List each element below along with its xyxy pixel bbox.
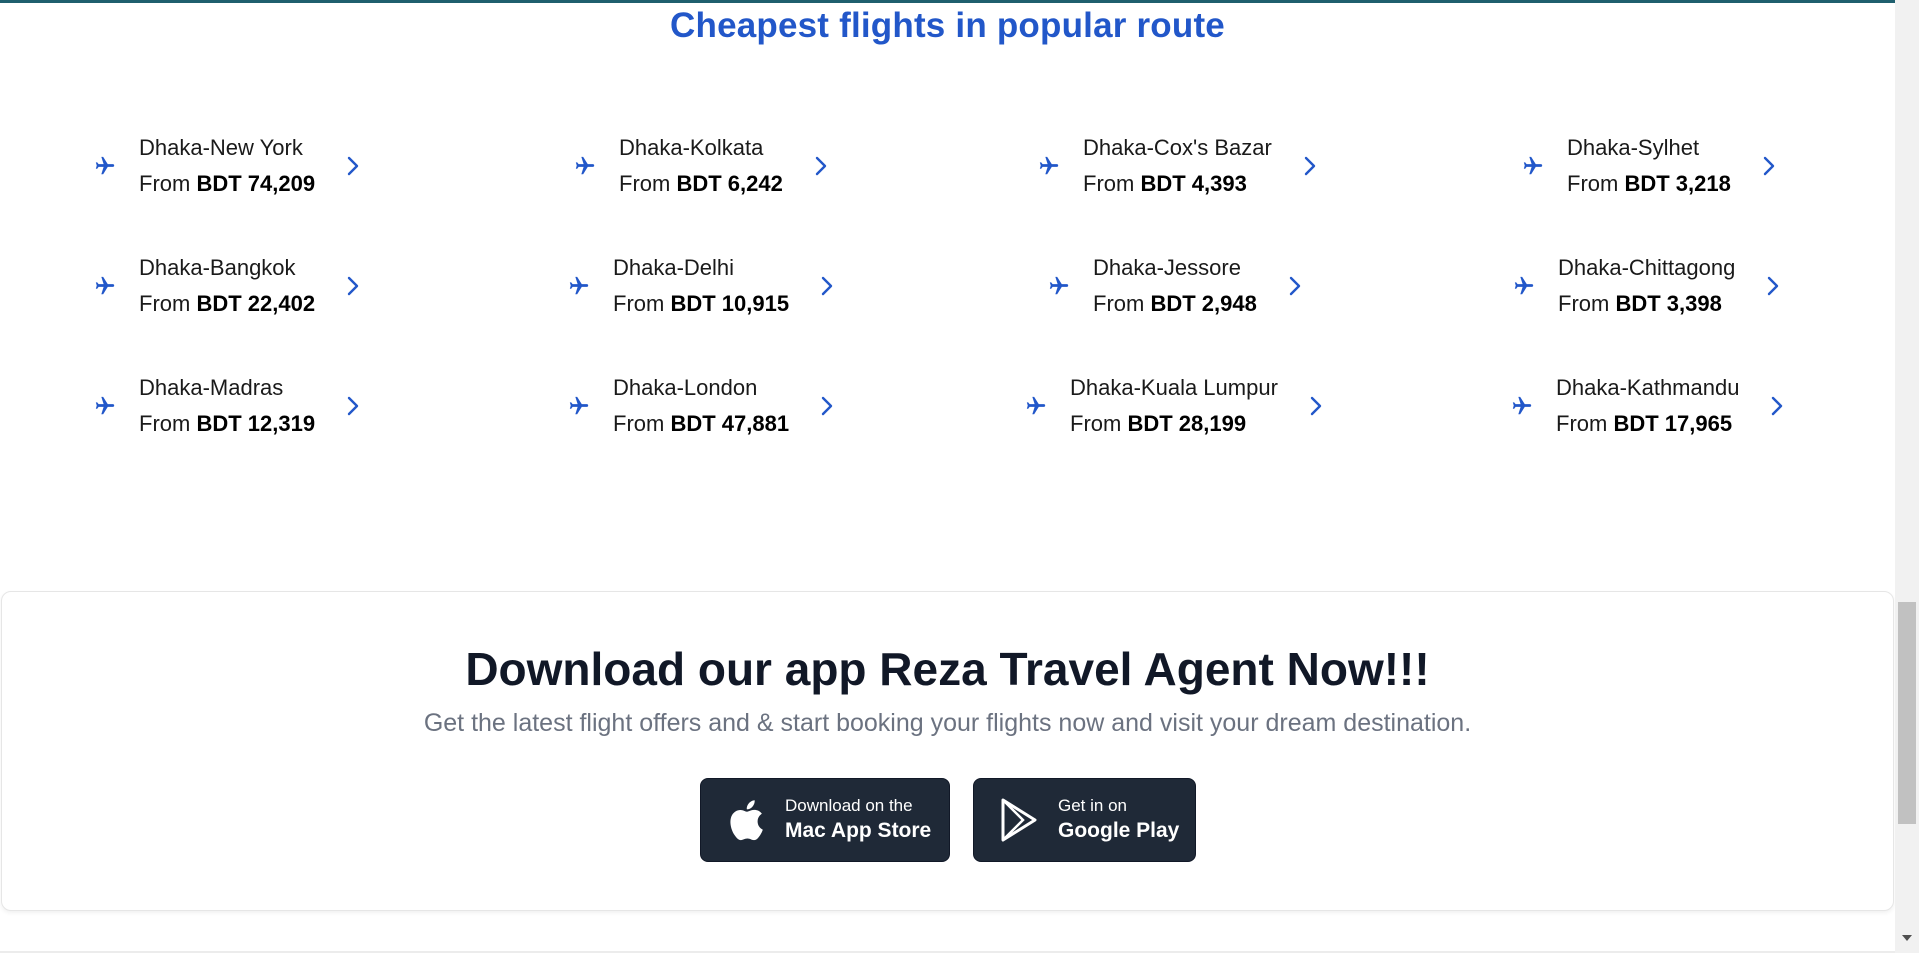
route-price: BDT 28,199	[1127, 411, 1247, 436]
route-name: Dhaka-Kathmandu	[1556, 375, 1740, 400]
route-price-prefix: From	[139, 291, 197, 316]
route-price: BDT 3,218	[1624, 171, 1731, 196]
mac-app-store-button[interactable]: Download on the Mac App Store	[700, 778, 950, 862]
route-name: Dhaka-London	[613, 375, 758, 400]
route-item[interactable]: Dhaka-London From BDT 47,881	[567, 370, 837, 442]
route-price-prefix: From	[613, 291, 671, 316]
chevron-right-icon	[817, 394, 837, 418]
route-item[interactable]: Dhaka-Kathmandu From BDT 17,965	[1510, 370, 1787, 442]
app-download-card: Download our app Reza Travel Agent Now!!…	[1, 591, 1894, 911]
route-price: BDT 10,915	[670, 291, 790, 316]
route-price: BDT 6,242	[676, 171, 783, 196]
route-item[interactable]: Dhaka-Bangkok From BDT 22,402	[93, 250, 363, 322]
scrollbar-thumb[interactable]	[1898, 602, 1916, 824]
route-price: BDT 4,393	[1140, 171, 1247, 196]
page: Cheapest flights in popular route Dhaka-…	[0, 0, 1919, 953]
chevron-right-icon	[343, 274, 363, 298]
route-name: Dhaka-Kolkata	[619, 135, 764, 160]
apple-store-big-label: Mac App Store	[785, 819, 932, 842]
route-price-prefix: From	[1070, 411, 1128, 436]
route-price-prefix: From	[1556, 411, 1614, 436]
route-name: Dhaka-Chittagong	[1558, 255, 1736, 280]
chevron-right-icon	[1306, 394, 1326, 418]
route-price-prefix: From	[1093, 291, 1151, 316]
google-play-icon	[996, 797, 1042, 843]
airplane-icon	[93, 154, 117, 178]
chevron-right-icon	[811, 154, 831, 178]
route-item[interactable]: Dhaka-New York From BDT 74,209	[93, 130, 363, 202]
route-price-prefix: From	[139, 411, 197, 436]
chevron-right-icon	[817, 274, 837, 298]
google-play-button[interactable]: Get in on Google Play	[973, 778, 1196, 862]
route-item[interactable]: Dhaka-Kolkata From BDT 6,242	[573, 130, 831, 202]
route-price: BDT 12,319	[196, 411, 316, 436]
chevron-right-icon	[1300, 154, 1320, 178]
route-name: Dhaka-Sylhet	[1567, 135, 1700, 160]
route-name: Dhaka-Bangkok	[139, 255, 296, 280]
chevron-right-icon	[343, 154, 363, 178]
route-price-prefix: From	[1558, 291, 1616, 316]
airplane-icon	[573, 154, 597, 178]
route-price: BDT 2,948	[1150, 291, 1257, 316]
route-item[interactable]: Dhaka-Cox's Bazar From BDT 4,393	[1037, 130, 1320, 202]
airplane-icon	[567, 394, 591, 418]
route-name: Dhaka-Cox's Bazar	[1083, 135, 1272, 160]
app-subtitle: Get the latest flight offers and & start…	[423, 709, 1472, 737]
section-title: Cheapest flights in popular route	[670, 6, 1225, 45]
route-name: Dhaka-Kuala Lumpur	[1070, 375, 1278, 400]
route-name: Dhaka-Jessore	[1093, 255, 1241, 280]
route-price-prefix: From	[1567, 171, 1625, 196]
route-item[interactable]: Dhaka-Delhi From BDT 10,915	[567, 250, 837, 322]
route-price-prefix: From	[139, 171, 197, 196]
route-price-prefix: From	[1083, 171, 1141, 196]
route-price: BDT 74,209	[196, 171, 316, 196]
app-heading: Download our app Reza Travel Agent Now!!…	[465, 643, 1430, 695]
chevron-right-icon	[1767, 394, 1787, 418]
airplane-icon	[93, 274, 117, 298]
route-price: BDT 17,965	[1613, 411, 1733, 436]
route-name: Dhaka-New York	[139, 135, 303, 160]
route-price: BDT 3,398	[1615, 291, 1722, 316]
chevron-right-icon	[1763, 274, 1783, 298]
airplane-icon	[567, 274, 591, 298]
airplane-icon	[1024, 394, 1048, 418]
route-item[interactable]: Dhaka-Chittagong From BDT 3,398	[1512, 250, 1783, 322]
google-play-big-label: Google Play	[1058, 819, 1180, 842]
route-item[interactable]: Dhaka-Kuala Lumpur From BDT 28,199	[1024, 370, 1326, 442]
route-price: BDT 22,402	[196, 291, 316, 316]
main-content: Cheapest flights in popular route Dhaka-…	[0, 0, 1895, 953]
route-price-prefix: From	[613, 411, 671, 436]
airplane-icon	[93, 394, 117, 418]
google-play-small-label: Get in on	[1058, 796, 1127, 815]
airplane-icon	[1512, 274, 1536, 298]
chevron-right-icon	[1285, 274, 1305, 298]
airplane-icon	[1521, 154, 1545, 178]
scroll-down-arrow-icon[interactable]	[1900, 932, 1914, 946]
apple-store-small-label: Download on the	[785, 796, 913, 815]
chevron-right-icon	[1759, 154, 1779, 178]
route-item[interactable]: Dhaka-Sylhet From BDT 3,218	[1521, 130, 1779, 202]
route-item[interactable]: Dhaka-Madras From BDT 12,319	[93, 370, 363, 442]
route-name: Dhaka-Madras	[139, 375, 284, 400]
route-item[interactable]: Dhaka-Jessore From BDT 2,948	[1047, 250, 1305, 322]
airplane-icon	[1037, 154, 1061, 178]
apple-icon	[723, 797, 769, 843]
chevron-right-icon	[343, 394, 363, 418]
route-price-prefix: From	[619, 171, 677, 196]
airplane-icon	[1047, 274, 1071, 298]
route-price: BDT 47,881	[670, 411, 790, 436]
route-name: Dhaka-Delhi	[613, 255, 735, 280]
airplane-icon	[1510, 394, 1534, 418]
